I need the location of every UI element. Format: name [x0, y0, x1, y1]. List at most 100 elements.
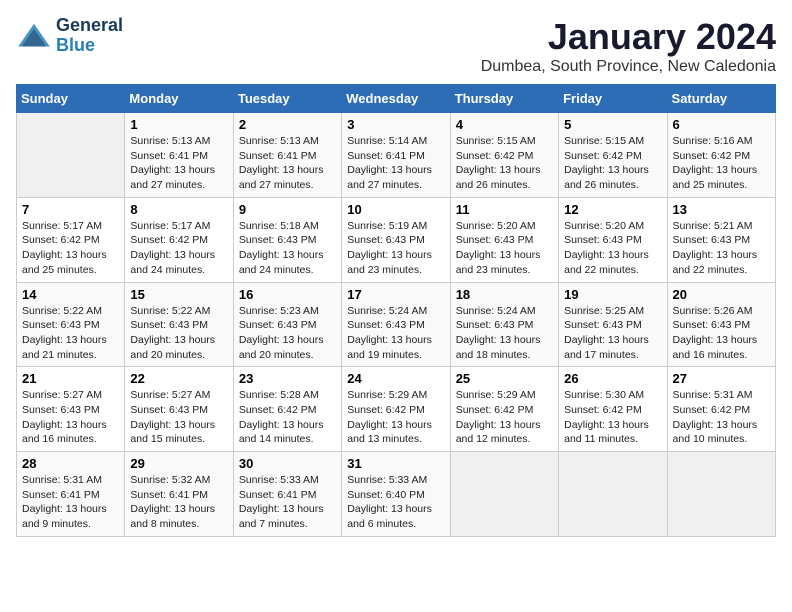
calendar-cell: 23 Sunrise: 5:28 AM Sunset: 6:42 PM Dayli…: [233, 367, 341, 452]
header-cell-thursday: Thursday: [450, 85, 558, 113]
calendar-cell: 24 Sunrise: 5:29 AM Sunset: 6:42 PM Dayli…: [342, 367, 450, 452]
header-cell-sunday: Sunday: [17, 85, 125, 113]
day-number: 4: [456, 117, 553, 132]
calendar-cell: 10 Sunrise: 5:19 AM Sunset: 6:43 PM Dayli…: [342, 197, 450, 282]
day-info: Sunrise: 5:27 AM Sunset: 6:43 PM Dayligh…: [130, 388, 227, 447]
day-number: 27: [673, 371, 770, 386]
calendar-cell: 25 Sunrise: 5:29 AM Sunset: 6:42 PM Dayli…: [450, 367, 558, 452]
day-info: Sunrise: 5:29 AM Sunset: 6:42 PM Dayligh…: [456, 388, 553, 447]
calendar-cell: 4 Sunrise: 5:15 AM Sunset: 6:42 PM Daylig…: [450, 113, 558, 198]
day-info: Sunrise: 5:17 AM Sunset: 6:42 PM Dayligh…: [130, 219, 227, 278]
day-number: 28: [22, 456, 119, 471]
day-info: Sunrise: 5:31 AM Sunset: 6:42 PM Dayligh…: [673, 388, 770, 447]
day-info: Sunrise: 5:27 AM Sunset: 6:43 PM Dayligh…: [22, 388, 119, 447]
logo-line2: Blue: [56, 35, 95, 55]
day-number: 29: [130, 456, 227, 471]
day-number: 22: [130, 371, 227, 386]
calendar-cell: [559, 452, 667, 537]
day-info: Sunrise: 5:22 AM Sunset: 6:43 PM Dayligh…: [22, 304, 119, 363]
day-number: 5: [564, 117, 661, 132]
calendar-week-row: 7Sunrise: 5:17 AM Sunset: 6:42 PM Daylig…: [17, 197, 776, 282]
calendar-cell: 8 Sunrise: 5:17 AM Sunset: 6:42 PM Daylig…: [125, 197, 233, 282]
calendar-cell: 7Sunrise: 5:17 AM Sunset: 6:42 PM Daylig…: [17, 197, 125, 282]
calendar-cell: 14 Sunrise: 5:22 AM Sunset: 6:43 PM Dayli…: [17, 282, 125, 367]
day-info: Sunrise: 5:28 AM Sunset: 6:42 PM Dayligh…: [239, 388, 336, 447]
calendar-cell: 12Sunrise: 5:20 AM Sunset: 6:43 PM Dayli…: [559, 197, 667, 282]
calendar-cell: 20 Sunrise: 5:26 AM Sunset: 6:43 PM Dayli…: [667, 282, 775, 367]
day-number: 8: [130, 202, 227, 217]
day-number: 31: [347, 456, 444, 471]
day-number: 17: [347, 287, 444, 302]
calendar-table: SundayMondayTuesdayWednesdayThursdayFrid…: [16, 84, 776, 537]
header-cell-wednesday: Wednesday: [342, 85, 450, 113]
day-number: 18: [456, 287, 553, 302]
calendar-cell: 31 Sunrise: 5:33 AM Sunset: 6:40 PM Dayli…: [342, 452, 450, 537]
logo-icon: [16, 22, 52, 50]
calendar-cell: 17 Sunrise: 5:24 AM Sunset: 6:43 PM Dayli…: [342, 282, 450, 367]
header-cell-tuesday: Tuesday: [233, 85, 341, 113]
day-info: Sunrise: 5:31 AM Sunset: 6:41 PM Dayligh…: [22, 473, 119, 532]
calendar-week-row: 21Sunrise: 5:27 AM Sunset: 6:43 PM Dayli…: [17, 367, 776, 452]
calendar-cell: 15 Sunrise: 5:22 AM Sunset: 6:43 PM Dayli…: [125, 282, 233, 367]
day-number: 19: [564, 287, 661, 302]
day-number: 30: [239, 456, 336, 471]
day-info: Sunrise: 5:17 AM Sunset: 6:42 PM Dayligh…: [22, 219, 119, 278]
calendar-cell: 6 Sunrise: 5:16 AM Sunset: 6:42 PM Daylig…: [667, 113, 775, 198]
calendar-cell: 1Sunrise: 5:13 AM Sunset: 6:41 PM Daylig…: [125, 113, 233, 198]
day-info: Sunrise: 5:25 AM Sunset: 6:43 PM Dayligh…: [564, 304, 661, 363]
day-number: 20: [673, 287, 770, 302]
day-number: 1: [130, 117, 227, 132]
day-info: Sunrise: 5:16 AM Sunset: 6:42 PM Dayligh…: [673, 134, 770, 193]
day-info: Sunrise: 5:15 AM Sunset: 6:42 PM Dayligh…: [564, 134, 661, 193]
day-number: 13: [673, 202, 770, 217]
calendar-cell: [667, 452, 775, 537]
calendar-cell: 30Sunrise: 5:33 AM Sunset: 6:41 PM Dayli…: [233, 452, 341, 537]
day-info: Sunrise: 5:29 AM Sunset: 6:42 PM Dayligh…: [347, 388, 444, 447]
calendar-header-row: SundayMondayTuesdayWednesdayThursdayFrid…: [17, 85, 776, 113]
calendar-cell: 19 Sunrise: 5:25 AM Sunset: 6:43 PM Dayli…: [559, 282, 667, 367]
calendar-week-row: 1 Sunrise: 5:13 AM Sunset: 6:41 PM Daylig…: [17, 113, 776, 198]
day-number: 14: [22, 287, 119, 302]
page-header: General Blue January 2024 Dumbea, South …: [16, 16, 776, 76]
day-info: Sunrise: 5:26 AM Sunset: 6:43 PM Dayligh…: [673, 304, 770, 363]
day-number: 3: [347, 117, 444, 132]
calendar-cell: 2 Sunrise: 5:13 AM Sunset: 6:41 PM Daylig…: [233, 113, 341, 198]
header-cell-saturday: Saturday: [667, 85, 775, 113]
title-area: January 2024 Dumbea, South Province, New…: [481, 16, 776, 76]
day-number: 6: [673, 117, 770, 132]
day-info: Sunrise: 5:20 AM Sunset: 6:43 PM Dayligh…: [456, 219, 553, 278]
calendar-cell: 29Sunrise: 5:32 AM Sunset: 6:41 PM Dayli…: [125, 452, 233, 537]
day-info: Sunrise: 5:20 AM Sunset: 6:43 PM Dayligh…: [564, 219, 661, 278]
calendar-cell: 13 Sunrise: 5:21 AM Sunset: 6:43 PM Dayli…: [667, 197, 775, 282]
day-number: 25: [456, 371, 553, 386]
calendar-cell: 5 Sunrise: 5:15 AM Sunset: 6:42 PM Daylig…: [559, 113, 667, 198]
calendar-cell: [450, 452, 558, 537]
header-cell-friday: Friday: [559, 85, 667, 113]
day-number: 26: [564, 371, 661, 386]
calendar-cell: 18Sunrise: 5:24 AM Sunset: 6:43 PM Dayli…: [450, 282, 558, 367]
month-year-title: January 2024: [481, 16, 776, 58]
day-number: 2: [239, 117, 336, 132]
day-info: Sunrise: 5:14 AM Sunset: 6:41 PM Dayligh…: [347, 134, 444, 193]
day-info: Sunrise: 5:33 AM Sunset: 6:40 PM Dayligh…: [347, 473, 444, 532]
day-info: Sunrise: 5:19 AM Sunset: 6:43 PM Dayligh…: [347, 219, 444, 278]
day-info: Sunrise: 5:15 AM Sunset: 6:42 PM Dayligh…: [456, 134, 553, 193]
day-number: 23: [239, 371, 336, 386]
calendar-cell: 27 Sunrise: 5:31 AM Sunset: 6:42 PM Dayli…: [667, 367, 775, 452]
calendar-cell: 16Sunrise: 5:23 AM Sunset: 6:43 PM Dayli…: [233, 282, 341, 367]
day-number: 15: [130, 287, 227, 302]
day-number: 16: [239, 287, 336, 302]
day-number: 10: [347, 202, 444, 217]
calendar-cell: [17, 113, 125, 198]
day-info: Sunrise: 5:22 AM Sunset: 6:43 PM Dayligh…: [130, 304, 227, 363]
calendar-cell: 21Sunrise: 5:27 AM Sunset: 6:43 PM Dayli…: [17, 367, 125, 452]
day-number: 24: [347, 371, 444, 386]
day-info: Sunrise: 5:30 AM Sunset: 6:42 PM Dayligh…: [564, 388, 661, 447]
day-number: 9: [239, 202, 336, 217]
logo-text: General Blue: [56, 16, 123, 56]
calendar-week-row: 28 Sunrise: 5:31 AM Sunset: 6:41 PM Dayli…: [17, 452, 776, 537]
day-info: Sunrise: 5:21 AM Sunset: 6:43 PM Dayligh…: [673, 219, 770, 278]
day-info: Sunrise: 5:24 AM Sunset: 6:43 PM Dayligh…: [347, 304, 444, 363]
day-info: Sunrise: 5:13 AM Sunset: 6:41 PM Dayligh…: [239, 134, 336, 193]
logo-line1: General: [56, 16, 123, 36]
